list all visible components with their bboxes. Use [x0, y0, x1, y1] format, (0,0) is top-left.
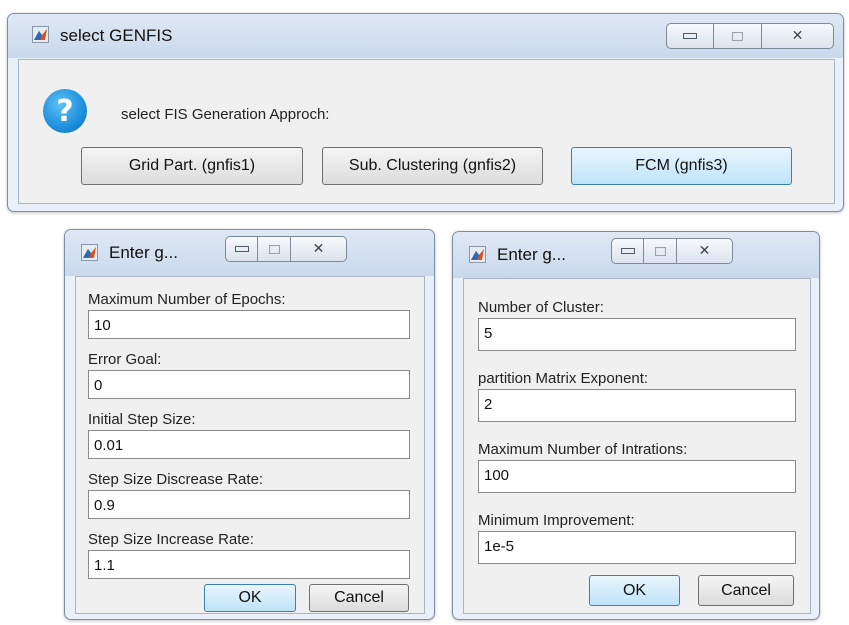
dialog-body: Number of Cluster: 5 partition Matrix Ex…: [463, 278, 811, 614]
select-genfis-window: select GENFIS ✕ ? select FIS Generation …: [7, 13, 844, 212]
maximize-icon: [732, 31, 743, 41]
minimize-button[interactable]: [225, 236, 258, 262]
maximize-button[interactable]: [644, 238, 677, 264]
window-title: Enter g...: [109, 243, 178, 262]
partition-exponent-label: partition Matrix Exponent:: [478, 370, 649, 387]
title-bar[interactable]: select GENFIS ✕: [8, 14, 843, 58]
step-decrease-input[interactable]: 0.9: [88, 490, 410, 519]
minimize-button[interactable]: [666, 23, 714, 49]
window-title: Enter g...: [497, 245, 566, 264]
window-title: select GENFIS: [60, 26, 173, 45]
ok-button[interactable]: OK: [204, 584, 296, 612]
question-icon: ?: [43, 89, 87, 133]
grid-partition-button[interactable]: Grid Part. (gnfis1): [81, 147, 303, 185]
cancel-button[interactable]: Cancel: [698, 575, 794, 606]
epochs-input[interactable]: 10: [88, 310, 410, 339]
ok-button[interactable]: OK: [589, 575, 680, 606]
sub-clustering-button[interactable]: Sub. Clustering (gnfis2): [322, 147, 543, 185]
step-increase-label: Step Size Increase Rate:: [88, 531, 254, 548]
min-improvement-input[interactable]: 1e-5: [478, 531, 796, 564]
close-button[interactable]: ✕: [677, 238, 733, 264]
fcm-params-window: Enter g... ✕ Number of Cluster: 5 partit…: [452, 231, 820, 620]
matlab-icon: [32, 26, 49, 43]
matlab-icon: [81, 244, 98, 261]
initial-step-size-label: Initial Step Size:: [88, 411, 196, 428]
step-increase-input[interactable]: 1.1: [88, 550, 410, 579]
partition-exponent-input[interactable]: 2: [478, 389, 796, 422]
dialog-body: ? select FIS Generation Approch: Grid Pa…: [18, 59, 835, 204]
close-icon: ✕: [312, 241, 325, 257]
prompt-label: select FIS Generation Approch:: [121, 106, 330, 123]
window-controls: ✕: [225, 236, 347, 262]
close-icon: ✕: [698, 243, 711, 259]
window-controls: ✕: [666, 23, 834, 49]
matlab-icon: [469, 246, 486, 263]
maximize-icon: [268, 244, 280, 254]
step-decrease-label: Step Size Discrease Rate:: [88, 471, 264, 488]
error-goal-input[interactable]: 0: [88, 370, 410, 399]
minimize-icon: [683, 33, 697, 39]
number-of-cluster-label: Number of Cluster:: [478, 299, 604, 316]
error-goal-label: Error Goal:: [88, 351, 162, 368]
fcm-button[interactable]: FCM (gnfis3): [571, 147, 792, 185]
number-of-cluster-input[interactable]: 5: [478, 318, 796, 351]
close-button[interactable]: ✕: [762, 23, 834, 49]
maximize-button[interactable]: [714, 23, 762, 49]
dialog-body: Maximum Number of Epochs: 10 Error Goal:…: [75, 276, 425, 614]
max-iterations-label: Maximum Number of Intrations:: [478, 441, 688, 458]
minimize-icon: [620, 248, 635, 254]
title-bar[interactable]: Enter g... ✕: [453, 232, 819, 278]
close-button[interactable]: ✕: [291, 236, 347, 262]
minimize-icon: [234, 246, 249, 252]
maximize-button[interactable]: [258, 236, 291, 262]
cancel-button[interactable]: Cancel: [309, 584, 409, 612]
minimize-button[interactable]: [611, 238, 644, 264]
window-controls: ✕: [611, 238, 733, 264]
epochs-label: Maximum Number of Epochs:: [88, 291, 286, 308]
title-bar[interactable]: Enter g... ✕: [65, 230, 434, 276]
close-icon: ✕: [791, 28, 804, 44]
initial-step-size-input[interactable]: 0.01: [88, 430, 410, 459]
grid-partition-params-window: Enter g... ✕ Maximum Number of Epochs: 1…: [64, 229, 435, 620]
max-iterations-input[interactable]: 100: [478, 460, 796, 493]
min-improvement-label: Minimum Improvement:: [478, 512, 635, 529]
maximize-icon: [654, 246, 666, 256]
